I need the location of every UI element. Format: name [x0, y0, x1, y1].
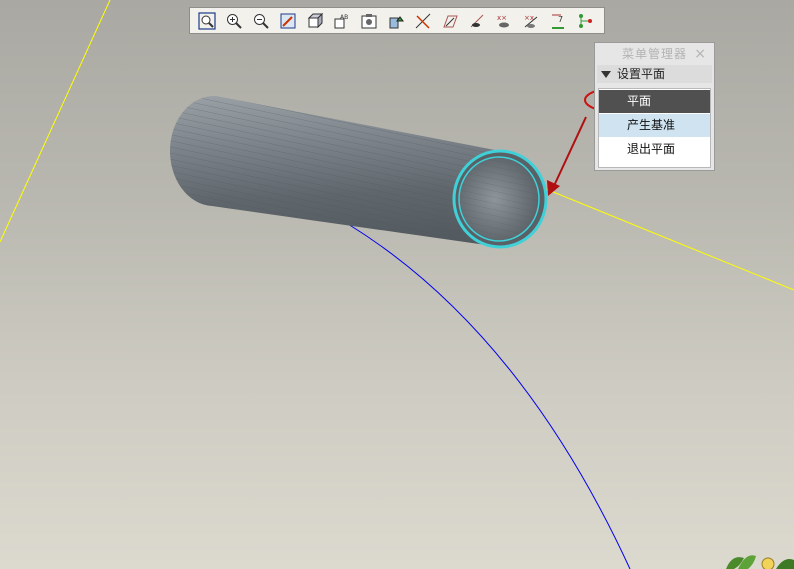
- view-toolbar: AB x× ×x 7: [189, 7, 605, 34]
- tube-end-face: [452, 149, 548, 249]
- zoom-in-icon: [227, 13, 242, 29]
- svg-text:7: 7: [558, 15, 563, 24]
- layers-button[interactable]: [357, 10, 381, 32]
- triangle-down-icon: [601, 71, 611, 78]
- spin-center-button[interactable]: ×x: [519, 10, 543, 32]
- menu-manager-panel: 菜单管理器 × 设置平面 平面 产生基准 退出平面: [594, 42, 715, 171]
- zoom-out-button[interactable]: [249, 10, 273, 32]
- network-icon: [579, 13, 592, 28]
- blue-curve: [347, 223, 631, 569]
- model-setup-icon: [389, 15, 404, 28]
- menu-item-plane[interactable]: 平面: [599, 90, 710, 113]
- decorative-leaves-icon: [726, 555, 794, 569]
- coordinate-systems-button[interactable]: x×: [492, 10, 516, 32]
- layers-icon: [361, 13, 377, 28]
- datum-line-left: [0, 0, 111, 243]
- zoom-fit-button[interactable]: [195, 10, 219, 32]
- annotations-button[interactable]: 7: [546, 10, 570, 32]
- zoom-in-button[interactable]: [222, 10, 246, 32]
- network-button[interactable]: [573, 10, 597, 32]
- repaint-icon: [280, 13, 296, 28]
- menu-item-quit-plane[interactable]: 退出平面: [599, 138, 710, 161]
- datum-points-icon: [470, 14, 484, 27]
- menu-header-label: 设置平面: [617, 67, 666, 81]
- zoom-fit-icon: [198, 11, 216, 30]
- close-icon[interactable]: ×: [694, 45, 706, 63]
- menu-header-set-plane[interactable]: 设置平面: [597, 65, 712, 83]
- datum-points-button[interactable]: [465, 10, 489, 32]
- annotations-icon: 7: [552, 14, 564, 29]
- spin-center-icon: ×x: [524, 14, 538, 28]
- saved-views-button[interactable]: AB: [330, 10, 354, 32]
- svg-text:AB: AB: [340, 14, 348, 21]
- datum-planes-icon: [415, 13, 431, 29]
- coordinate-systems-icon: x×: [497, 14, 509, 27]
- view-orientation-icon: [307, 12, 324, 28]
- repaint-button[interactable]: [276, 10, 300, 32]
- saved-views-icon: AB: [334, 14, 348, 28]
- menu-item-make-datum[interactable]: 产生基准: [599, 114, 710, 137]
- view-orientation-button[interactable]: [303, 10, 327, 32]
- model-setup-button[interactable]: [384, 10, 408, 32]
- svg-text:x×: x×: [497, 14, 507, 22]
- zoom-out-icon: [254, 13, 269, 29]
- annotation-arrow: [552, 116, 587, 189]
- datum-planes-button[interactable]: [411, 10, 435, 32]
- datum-axes-button[interactable]: [438, 10, 462, 32]
- datum-axes-icon: [443, 15, 458, 27]
- menu-item-list: 平面 产生基准 退出平面: [598, 88, 711, 168]
